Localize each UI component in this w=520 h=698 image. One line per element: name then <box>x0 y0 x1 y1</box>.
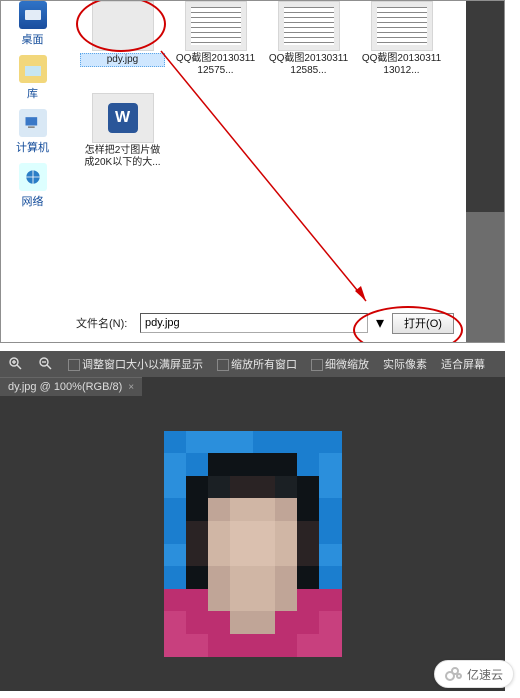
filename-label: 文件名(N): <box>76 315 132 331</box>
places-sidebar: 桌面 库 计算机 网络 <box>5 1 60 217</box>
filename-input[interactable] <box>140 313 368 333</box>
filename-bar: 文件名(N): ▾ 打开(O) <box>76 309 454 337</box>
file-name: QQ截图2013031113012... <box>359 53 444 77</box>
file-thumbnail <box>371 1 433 51</box>
dropdown-icon[interactable]: ▾ <box>376 313 384 333</box>
document-tab[interactable]: dy.jpg @ 100%(RGB/8) × <box>0 377 142 396</box>
place-label: 计算机 <box>5 139 60 155</box>
canvas-area[interactable] <box>0 396 505 691</box>
file-item-pdy[interactable]: pdy.jpg <box>80 1 165 77</box>
brand-text: 亿速云 <box>467 666 503 683</box>
place-library[interactable]: 库 <box>5 55 60 101</box>
checkbox-icon <box>311 359 323 371</box>
checkbox-icon <box>217 359 229 371</box>
place-label: 网络 <box>5 193 60 209</box>
file-thumbnail <box>185 1 247 51</box>
file-name: pdy.jpg <box>80 53 165 67</box>
file-name: 怎样把2寸图片做成20K以下的大... <box>80 145 165 169</box>
file-item-qq1[interactable]: QQ截图2013031112575... <box>173 1 258 77</box>
library-icon <box>19 55 47 83</box>
desktop-icon <box>19 1 47 29</box>
checkbox-icon <box>68 359 80 371</box>
file-thumbnail <box>278 1 340 51</box>
file-thumbnail <box>92 1 154 51</box>
tab-title: dy.jpg @ 100%(RGB/8) <box>8 381 122 393</box>
background-strip-bottom <box>466 212 504 342</box>
option-scrubby-zoom[interactable]: 细微缩放 <box>311 356 369 372</box>
option-resize-window[interactable]: 调整窗口大小以满屏显示 <box>68 356 203 372</box>
close-icon[interactable]: × <box>128 382 134 393</box>
pixelated-photo <box>164 431 342 657</box>
ps-options-bar: 调整窗口大小以满屏显示 缩放所有窗口 细微缩放 实际像素 适合屏幕 <box>0 351 505 377</box>
file-grid: pdy.jpg QQ截图2013031112575... QQ截图2013031… <box>76 1 459 196</box>
place-label: 桌面 <box>5 31 60 47</box>
image-content <box>164 431 342 657</box>
zoom-out-icon[interactable] <box>38 356 54 372</box>
open-button[interactable]: 打开(O) <box>392 313 454 334</box>
place-network[interactable]: 网络 <box>5 163 60 209</box>
option-zoom-all[interactable]: 缩放所有窗口 <box>217 356 297 372</box>
file-item-doc[interactable]: W 怎样把2寸图片做成20K以下的大... <box>80 93 165 169</box>
zoom-in-icon[interactable] <box>8 356 24 372</box>
file-open-dialog: 桌面 库 计算机 网络 pdy.jpg QQ截图2013031112575... <box>0 0 505 343</box>
cloud-icon <box>445 665 463 683</box>
photoshop-window: 调整窗口大小以满屏显示 缩放所有窗口 细微缩放 实际像素 适合屏幕 dy.jpg… <box>0 351 505 691</box>
word-icon: W <box>92 93 154 143</box>
place-desktop[interactable]: 桌面 <box>5 1 60 47</box>
network-icon <box>19 163 47 191</box>
file-name: QQ截图2013031112575... <box>173 53 258 77</box>
file-item-qq2[interactable]: QQ截图2013031112585... <box>266 1 351 77</box>
file-name: QQ截图2013031112585... <box>266 53 351 77</box>
place-label: 库 <box>5 85 60 101</box>
watermark-logo: 亿速云 <box>434 660 514 688</box>
fit-screen-button[interactable]: 适合屏幕 <box>441 356 485 372</box>
actual-pixels-button[interactable]: 实际像素 <box>383 356 427 372</box>
file-item-qq3[interactable]: QQ截图2013031113012... <box>359 1 444 77</box>
computer-icon <box>19 109 47 137</box>
place-computer[interactable]: 计算机 <box>5 109 60 155</box>
